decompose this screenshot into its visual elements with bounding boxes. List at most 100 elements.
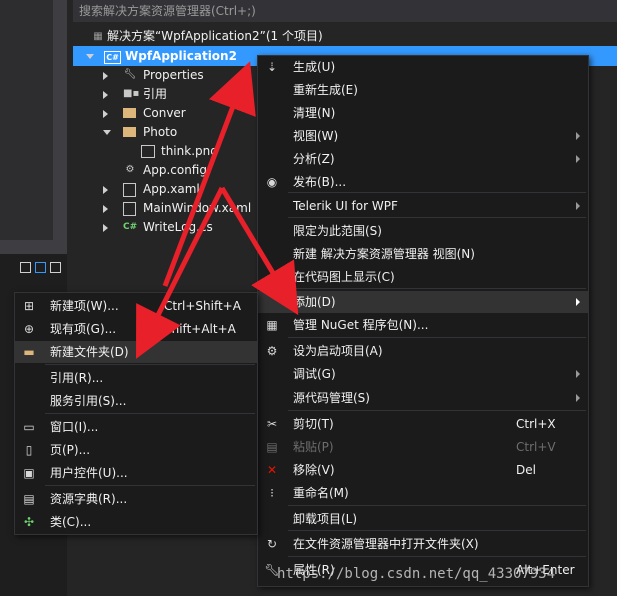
context-menu-item[interactable]: ⚙ 设为启动项目(A): [258, 340, 588, 362]
left-horizontal-scrollbar[interactable]: [0, 240, 67, 254]
context-menu-item[interactable]: ▤ 粘贴(P) Ctrl+V: [258, 436, 588, 458]
menu-item-label: 生成(U): [293, 60, 336, 74]
chevron-right-icon[interactable]: [103, 110, 108, 118]
menu-item-label: 移除(V): [293, 463, 335, 477]
context-menu-item[interactable]: 重新生成(E): [258, 79, 588, 101]
context-menu-item[interactable]: 调试(G): [258, 363, 588, 385]
context-menu-item[interactable]: 添加(D): [258, 291, 588, 313]
context-menu-item[interactable]: ↻ 在文件资源管理器中打开文件夹(X): [258, 533, 588, 555]
chevron-right-icon[interactable]: [103, 224, 108, 232]
menu-item-label: 设为启动项目(A): [293, 344, 383, 358]
tree-item-label: think.png: [161, 144, 218, 158]
menu-separator: [45, 364, 255, 365]
menu-item-label: 清理(N): [293, 106, 336, 120]
menu-item-label: 视图(W): [293, 129, 339, 143]
context-menu-item[interactable]: Telerik UI for WPF: [258, 195, 588, 217]
menu-item-label: 限定为此范围(S): [293, 224, 382, 238]
new-item-icon: ⊞: [23, 299, 35, 313]
tree-item-label: Conver: [143, 106, 186, 120]
window-icon: ▭: [23, 420, 35, 434]
add-submenu-item[interactable]: 服务引用(S)...: [15, 390, 257, 412]
chevron-right-icon[interactable]: [103, 72, 108, 80]
menu-item-label: 卸载项目(L): [293, 512, 358, 526]
chevron-right-icon: [576, 394, 580, 402]
rename-icon: ⁝: [270, 486, 274, 500]
context-menu-item[interactable]: ⋮ 在代码图上显示(C): [258, 266, 588, 288]
project-label: WpfApplication2: [125, 49, 237, 63]
solution-icon: ▦: [93, 31, 103, 42]
add-submenu-item[interactable]: ▭ 窗口(I)...: [15, 416, 257, 438]
paste-icon: ▤: [266, 440, 278, 454]
chevron-down-icon[interactable]: [86, 54, 94, 59]
cut-icon: ✂: [266, 417, 278, 431]
chevron-right-icon[interactable]: [103, 91, 108, 99]
menu-item-label: 窗口(I)...: [50, 420, 99, 434]
add-submenu-item[interactable]: ▬ 新建文件夹(D): [15, 341, 257, 363]
left-scrollbar[interactable]: [53, 0, 67, 240]
user-control-icon: ▣: [23, 466, 35, 480]
context-menu-item[interactable]: 源代码管理(S): [258, 387, 588, 409]
context-menu-item[interactable]: ✕ 移除(V) Del: [258, 459, 588, 481]
chevron-right-icon[interactable]: [103, 205, 108, 213]
search-input[interactable]: 搜索解决方案资源管理器(Ctrl+;): [73, 0, 617, 22]
context-menu-item[interactable]: ⁝ 重命名(M): [258, 482, 588, 504]
context-menu-item[interactable]: 卸载项目(L): [258, 508, 588, 530]
new-folder-icon: ▬: [23, 345, 35, 359]
context-menu-item[interactable]: 限定为此范围(S): [258, 220, 588, 242]
context-menu-item[interactable]: 新建 解决方案资源管理器 视图(N): [258, 243, 588, 265]
menu-item-label: 新建文件夹(D): [50, 345, 129, 359]
menu-item-label: 新建 解决方案资源管理器 视图(N): [293, 247, 475, 261]
context-menu-item[interactable]: 清理(N): [258, 102, 588, 124]
context-menu-item[interactable]: ◉ 发布(B)...: [258, 171, 588, 193]
menu-item-shortcut: Ctrl+X: [516, 417, 556, 431]
menu-item-label: 发布(B)...: [293, 175, 347, 189]
toggle-icon[interactable]: [35, 262, 46, 273]
menu-item-label: 用户控件(U)...: [50, 466, 128, 480]
context-menu-item[interactable]: ⇣ 生成(U): [258, 56, 588, 78]
add-submenu-item[interactable]: ▯ 页(P)...: [15, 439, 257, 461]
menu-item-shortcut: Ctrl+V: [516, 440, 556, 454]
menu-item-label: 引用(R)...: [50, 371, 104, 385]
menu-item-shortcut: Shift+Alt+A: [164, 322, 236, 336]
collapse-all-icon[interactable]: [20, 262, 31, 273]
menu-item-label: 资源字典(R)...: [50, 492, 128, 506]
add-submenu-item[interactable]: ▣ 用户控件(U)...: [15, 462, 257, 484]
add-submenu-item[interactable]: ⊞ 新建项(W)... Ctrl+Shift+A: [15, 295, 257, 317]
references-icon: ■▪: [123, 88, 140, 99]
add-submenu: ⊞ 新建项(W)... Ctrl+Shift+A ⊕ 现有项(G)... Shift+Al…: [14, 292, 258, 535]
chevron-right-icon: [576, 298, 580, 306]
gear-icon: ⚙: [266, 344, 278, 358]
publish-icon: ◉: [266, 175, 278, 189]
menu-item-label: 调试(G): [293, 367, 336, 381]
add-submenu-item[interactable]: ✣ 类(C)...: [15, 511, 257, 533]
menu-separator: [288, 505, 586, 506]
menu-item-label: 在代码图上显示(C): [293, 270, 395, 284]
watermark-text: https://blog.csdn.net/qq_43307934: [277, 566, 556, 582]
chevron-right-icon: [576, 202, 580, 210]
context-menu-item[interactable]: 分析(Z): [258, 148, 588, 170]
add-submenu-item[interactable]: ▤ 资源字典(R)...: [15, 488, 257, 510]
context-menu-item[interactable]: 视图(W): [258, 125, 588, 147]
chevron-right-icon: [576, 155, 580, 163]
menu-separator: [288, 530, 586, 531]
remove-icon: ✕: [266, 463, 278, 477]
properties-toolbar-icon[interactable]: [50, 262, 61, 273]
add-submenu-item[interactable]: 引用(R)...: [15, 367, 257, 389]
chevron-right-icon[interactable]: [103, 186, 108, 194]
context-menu-item[interactable]: ✂ 剪切(T) Ctrl+X: [258, 413, 588, 435]
context-menu-item[interactable]: ▦ 管理 NuGet 程序包(N)...: [258, 314, 588, 336]
menu-item-label: 页(P)...: [50, 443, 91, 457]
config-icon: ⚙: [125, 164, 135, 175]
tree-item-label: Properties: [143, 68, 204, 82]
page-icon: ▯: [25, 443, 33, 457]
tree-item-label: App.xaml: [143, 182, 200, 196]
add-submenu-item[interactable]: ⊕ 现有项(G)... Shift+Alt+A: [15, 318, 257, 340]
solution-label: 解决方案“WpfApplication2”(1 个项目): [107, 29, 323, 43]
menu-item-label: 重新生成(E): [293, 83, 358, 97]
xaml-icon: [123, 183, 136, 197]
menu-separator: [288, 410, 586, 411]
chevron-down-icon[interactable]: [103, 130, 111, 135]
class-icon: ✣: [23, 515, 35, 529]
menu-item-label: 在文件资源管理器中打开文件夹(X): [293, 537, 479, 551]
menu-separator: [288, 556, 586, 557]
